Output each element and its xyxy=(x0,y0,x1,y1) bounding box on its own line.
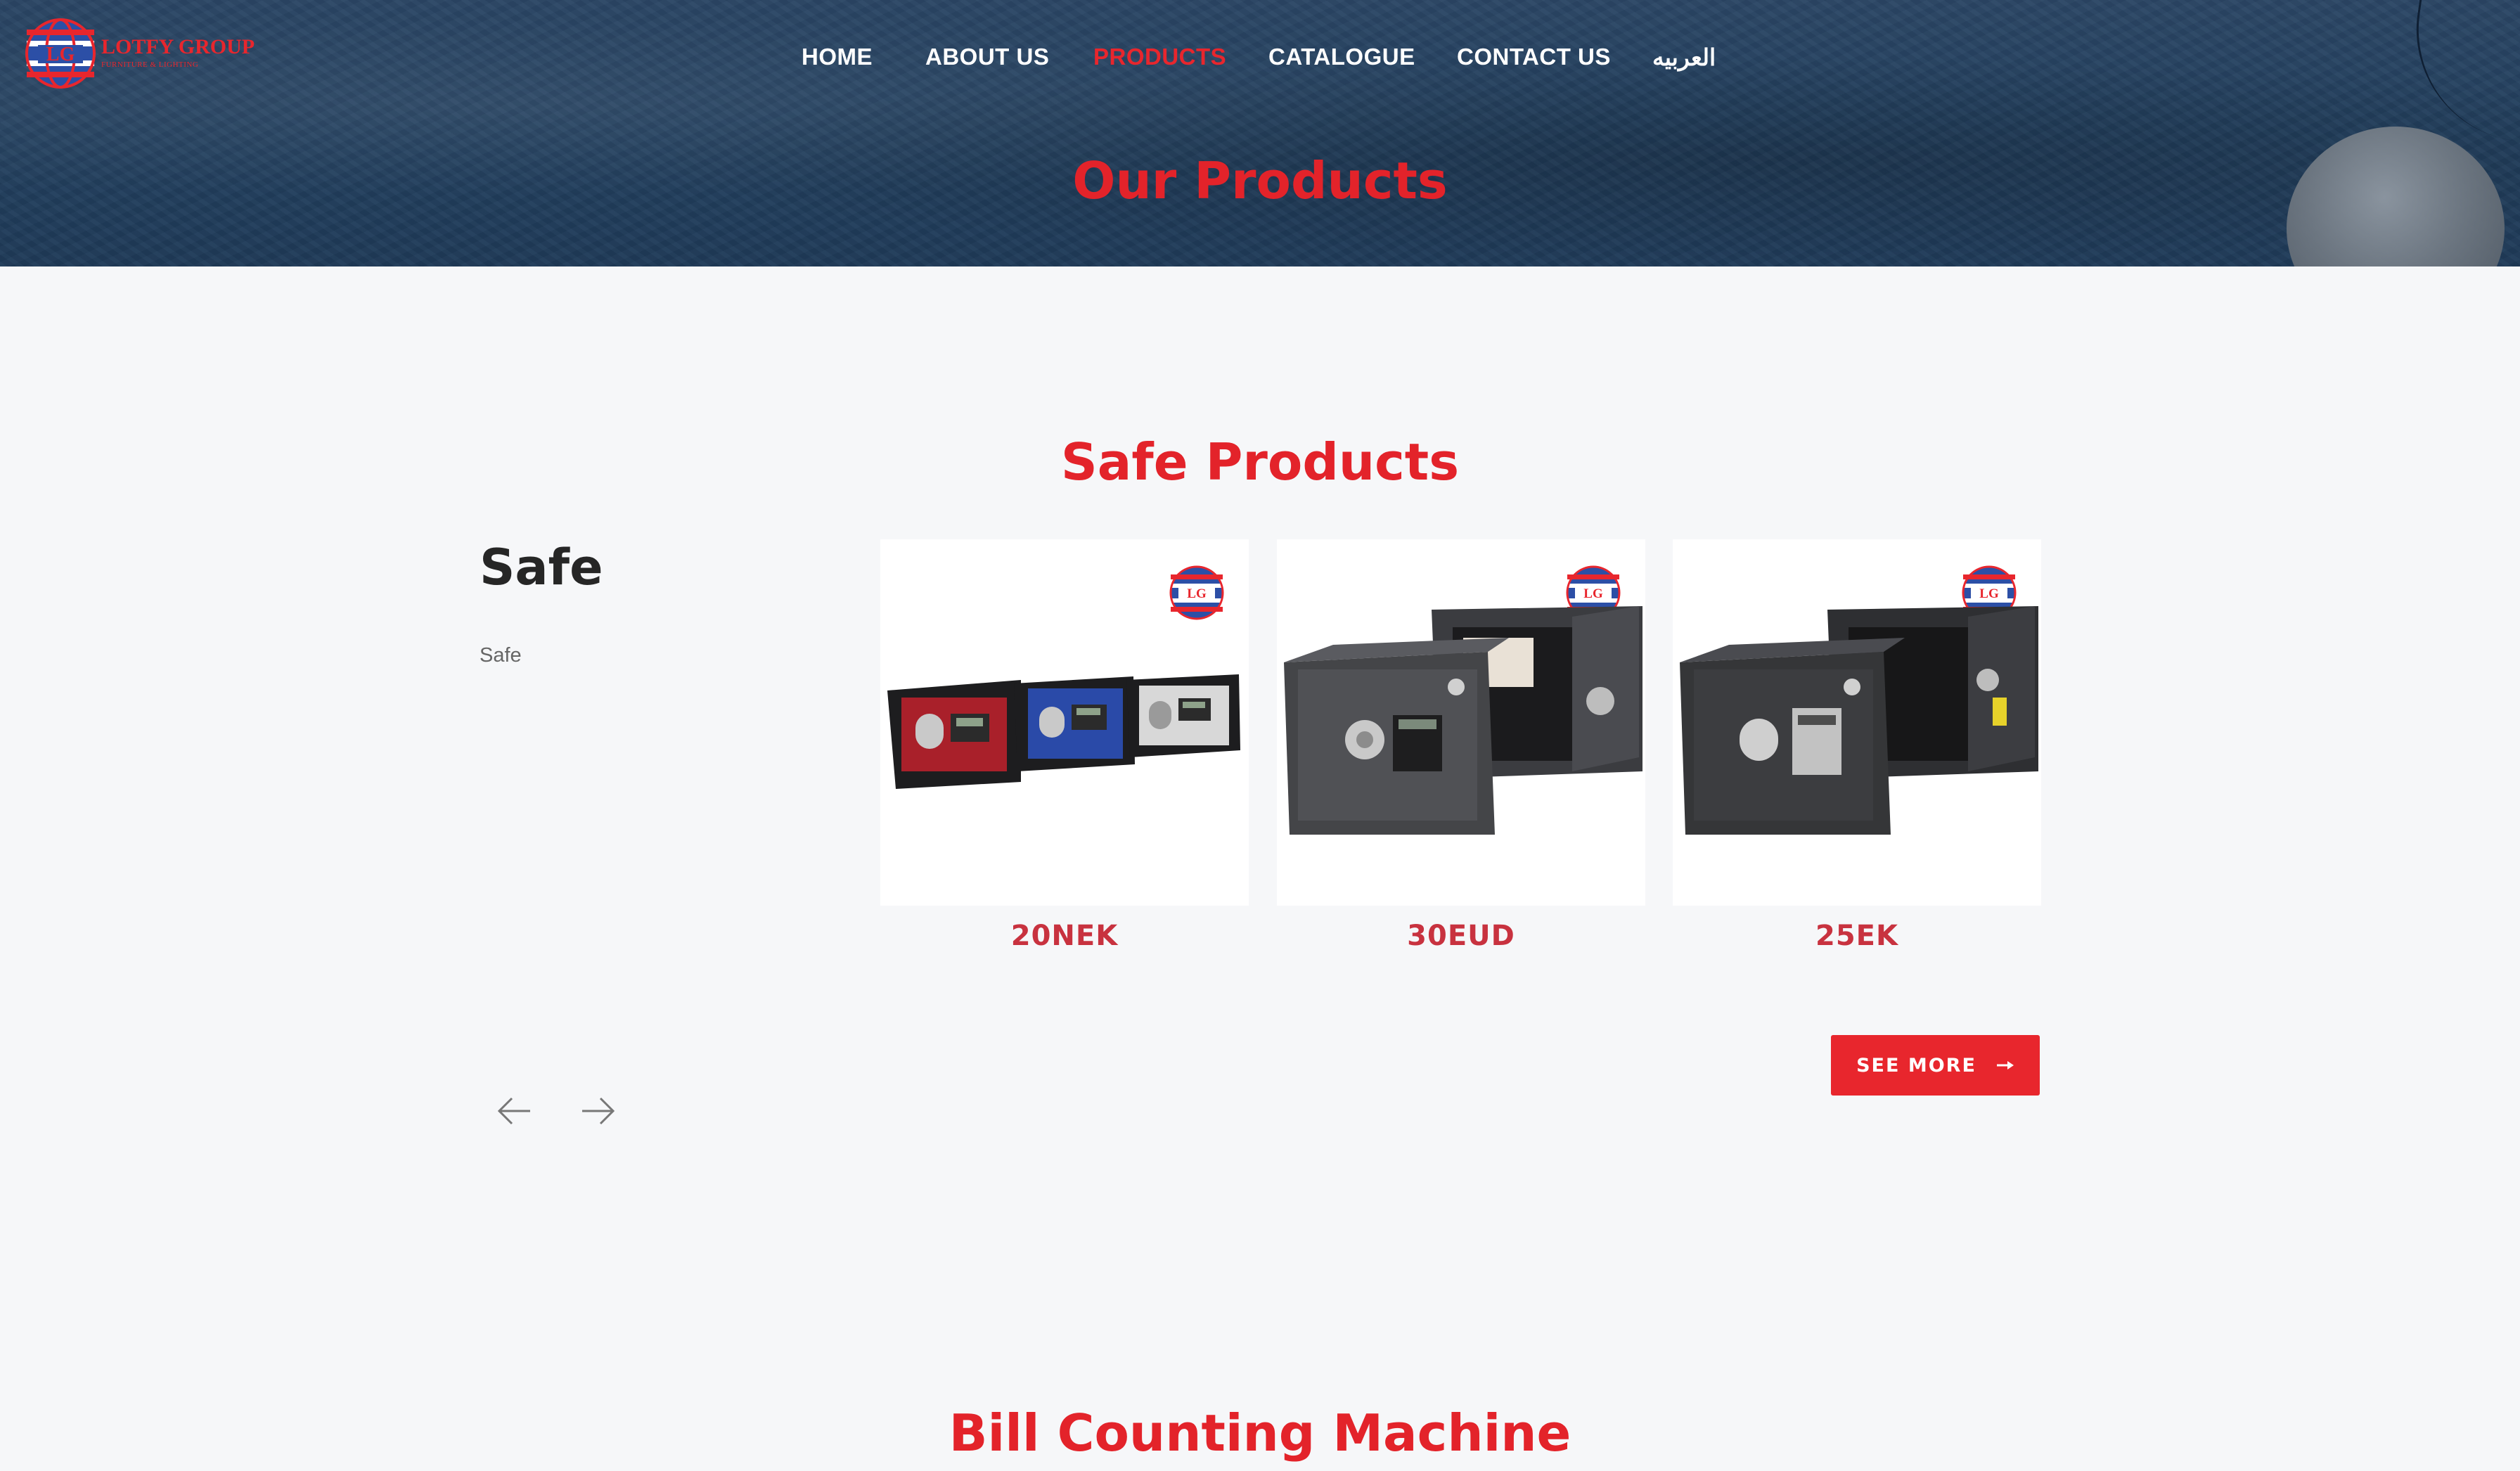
section-title-bill-counting-machine: Bill Counting Machine xyxy=(949,1403,1571,1463)
product-image[interactable]: LG xyxy=(1673,539,2041,906)
section-title-safe-products: Safe Products xyxy=(1060,432,1460,492)
arrow-right-icon xyxy=(582,1097,615,1125)
category-description: Safe xyxy=(480,644,522,667)
nav-home-link[interactable]: HOME xyxy=(802,44,873,70)
open-closed-safe-image xyxy=(1680,606,2038,835)
carousel-prev-button[interactable] xyxy=(494,1090,536,1132)
page-title: Our Products xyxy=(1072,151,1448,210)
product-card[interactable]: LG 20NEK xyxy=(880,539,1249,952)
nav-about-link[interactable]: ABOUT US xyxy=(925,44,1049,70)
open-closed-safe-image xyxy=(1284,606,1642,835)
hero-header: LG LOTFY GROUP FURNITURE & LIGHTING HOME… xyxy=(0,0,2520,266)
three-safes-image xyxy=(887,674,1240,789)
nav-catalogue-link[interactable]: CATALOGUE xyxy=(1268,44,1415,70)
long-arrow-right-icon xyxy=(1996,1061,2014,1069)
nav-contact-link[interactable]: CONTACT US xyxy=(1457,44,1611,70)
product-name[interactable]: 20NEK xyxy=(880,920,1249,952)
main-navigation: HOME ABOUT US PRODUCTS CATALOGUE CONTACT… xyxy=(0,44,2520,79)
product-image[interactable]: LG xyxy=(880,539,1249,906)
product-name[interactable]: 25EK xyxy=(1673,920,2041,952)
product-card[interactable]: LG 30EUD xyxy=(1277,539,1645,952)
hero-background-texture xyxy=(0,0,2520,266)
nav-products-link[interactable]: PRODUCTS xyxy=(1093,44,1226,70)
product-card[interactable]: LG 25EK xyxy=(1673,539,2041,952)
category-title: Safe xyxy=(480,539,603,596)
see-more-button[interactable]: SEE MORE xyxy=(1831,1035,2040,1096)
product-name[interactable]: 30EUD xyxy=(1277,920,1645,952)
carousel-next-button[interactable] xyxy=(577,1090,619,1132)
see-more-label: SEE MORE xyxy=(1856,1054,1976,1077)
product-image[interactable]: LG xyxy=(1277,539,1645,906)
nav-arabic-link[interactable]: العربيه xyxy=(1652,44,1716,71)
arrow-left-icon xyxy=(497,1097,530,1125)
